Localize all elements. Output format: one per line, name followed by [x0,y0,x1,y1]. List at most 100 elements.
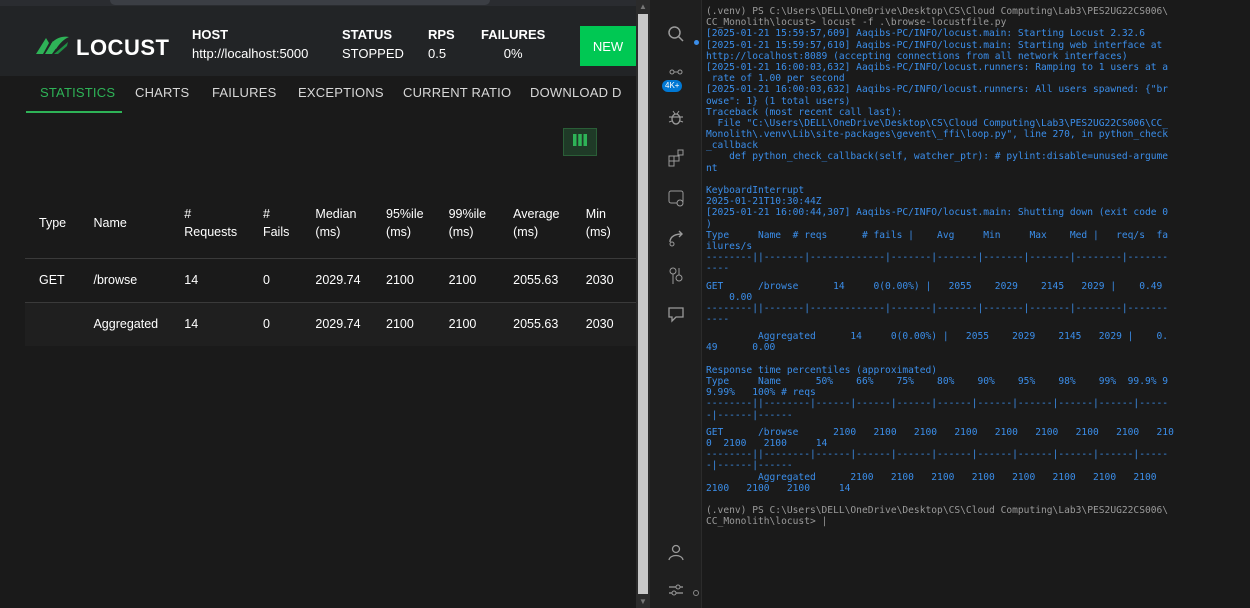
tab-current-ratio[interactable]: CURRENT RATIO [403,85,511,100]
terminal-line: [2025-01-21 15:59:57,610] Aaqibs-PC/INFO… [706,39,1163,51]
columns-icon [573,133,587,151]
column-selector-button[interactable] [563,128,597,156]
terminal-line: [2025-01-21 15:59:57,609] Aaqibs-PC/INFO… [706,28,1145,40]
tab-failures[interactable]: FAILURES [212,85,276,100]
terminal-line: File "C:\Users\DELL\OneDrive\Desktop\CS\… [706,117,1169,129]
cell-min: 2030 [571,301,625,346]
terminal-line: --------||-------|-------------|-------|… [706,302,1169,314]
address-bar-edge [110,0,490,5]
cell-max: 2 [624,301,636,346]
col-99ile-header[interactable]: 99%ile (ms) [435,188,500,258]
source-control-icon[interactable] [664,226,688,250]
terminal-line: def python_check_callback(self, watcher_… [706,151,1169,163]
terminal-prompt-line: (.venv) PS C:\Users\DELL\OneDrive\Deskto… [706,505,1169,517]
account-icon[interactable] [664,540,688,564]
cell-95ile: 2100 [372,257,435,302]
cell-average: 2055.63 [499,257,572,302]
terminal-line: owse": 1} (1 total users) [706,95,851,107]
terminal-line: ) [706,218,712,230]
cell-95ile: 2100 [372,301,435,346]
terminal-line: KeyboardInterrupt [706,185,805,196]
scroll-up-arrow-icon[interactable]: ▲ [639,3,647,11]
terminal-line: (.venv) PS C:\Users\DELL\OneDrive\Deskto… [706,6,1169,17]
terminal-line: GET /browse 2100 2100 2100 2100 2100 210… [706,426,1174,438]
terminal-line: Aggregated 14 0(0.00%) | 2055 2029 2145 … [706,331,1169,343]
terminal-line: --------||--------|------|------|------|… [706,449,1169,461]
rps-stat: RPS 0.5 [428,25,455,63]
cell-fails: 0 [248,301,302,346]
terminal-prompt-line[interactable]: CC_Monolith\locust> | [706,516,1250,527]
col-95ile-header[interactable]: 95%ile (ms) [372,188,435,258]
cell-name: /browse [79,257,171,302]
terminal-line: [2025-01-21 16:00:03,632] Aaqibs-PC/INFO… [706,61,1169,73]
rps-value: 0.5 [428,46,447,61]
chat-icon[interactable] [664,302,688,326]
git-graph-icon[interactable] [664,264,688,288]
cell-average: 2055.63 [499,301,572,346]
terminal-line: _callback [706,140,758,152]
terminal-command-success-dot[interactable] [694,40,699,45]
browser-scrollbar[interactable]: ▲ ▼ [636,0,650,608]
extensions-icon[interactable] [664,146,688,170]
scroll-down-arrow-icon[interactable]: ▼ [639,598,647,606]
col-max-header[interactable]: M(r [624,188,636,258]
terminal-line: [2025-01-21 16:00:44,307] Aaqibs-PC/INFO… [706,207,1169,219]
terminal-line: ---- [706,314,730,326]
col-median-header[interactable]: Median (ms) [301,188,372,258]
host-label: HOST [192,27,229,42]
terminal-line: Type Name # reqs # fails | Avg Min Max M… [706,229,1169,241]
terminal-line: 49 0.00 [706,342,776,354]
table-row: GET /browse 14 0 2029.74 2100 2100 2055.… [25,257,636,302]
col-fails-header[interactable]: # Fails [249,188,301,258]
testing-icon[interactable] [664,186,688,210]
terminal-line: 0 2100 2100 14 [706,437,828,449]
terminal-line: Response time percentiles (approximated) [706,364,938,376]
col-type-header[interactable]: Type [25,188,79,258]
tab-exceptions[interactable]: EXCEPTIONS [298,85,384,100]
status-label: STATUS [342,27,393,42]
terminal-line: ---- [706,263,730,275]
terminal-command-pending-dot[interactable] [693,590,699,596]
status-value: STOPPED [342,46,404,61]
cell-requests: 14 [170,301,249,346]
cell-median: 2029.74 [301,257,373,302]
tab-charts[interactable]: CHARTS [135,85,189,100]
notification-badge: 4K+ [662,80,683,92]
scrollbar-thumb[interactable] [638,14,648,594]
cell-99ile: 2100 [434,301,500,346]
search-icon[interactable] [664,22,688,46]
col-requests-header[interactable]: # Requests [170,188,249,258]
tab-statistics[interactable]: STATISTICS [40,85,115,100]
terminal-line: Traceback (most recent call last): [706,106,903,118]
table-header-row: Type Name # Requests # Fails Median (ms) 95… [25,188,636,258]
terminal-line: GET /browse 14 0(0.00%) | 2055 2029 2145… [706,280,1163,292]
debug-icon[interactable] [664,106,688,130]
col-name-header[interactable]: Name [79,188,170,258]
cell-min: 2030 [571,257,625,302]
terminal-line: http://localhost:8089 (accepting connect… [706,50,1128,62]
terminal-line: -|------|------ [706,460,793,472]
statistics-table: Type Name # Requests # Fails Median (ms) 95… [25,188,636,346]
locust-logo-icon [34,34,70,61]
table-row-aggregated: Aggregated 14 0 2029.74 2100 2100 2055.6… [25,301,636,346]
terminal-line: Type Name 50% 66% 75% 80% 90% 95% 98% 99… [706,376,1169,387]
failures-stat: FAILURES 0% [481,25,545,63]
terminal-line: 9.99% 100% # reqs [706,387,816,399]
settings-icon[interactable] [664,578,688,602]
rps-label: RPS [428,27,455,42]
terminal-line: --------||-------|-------------|-------|… [706,252,1169,264]
new-test-button[interactable]: NEW [580,26,636,66]
col-min-header[interactable]: Min (ms) [572,188,624,258]
terminal-line: ilures/s [706,240,753,252]
tab-download-data[interactable]: DOWNLOAD D [530,85,622,100]
terminal-line: Monolith\.venv\Lib\site-packages\gevent\… [706,129,1169,141]
failures-label: FAILURES [481,27,546,42]
terminal-line: -|------|------ [706,409,793,421]
terminal-line: CC_Monolith\locust> locust -f .\browse-l… [706,17,1007,29]
col-average-header[interactable]: Average (ms) [499,188,572,258]
integrated-terminal[interactable]: (.venv) PS C:\Users\DELL\OneDrive\Deskto… [702,0,1250,608]
locust-logo[interactable]: LOCUST [34,34,169,61]
terminal-line: nt [706,162,718,174]
cell-99ile: 2100 [434,257,500,302]
